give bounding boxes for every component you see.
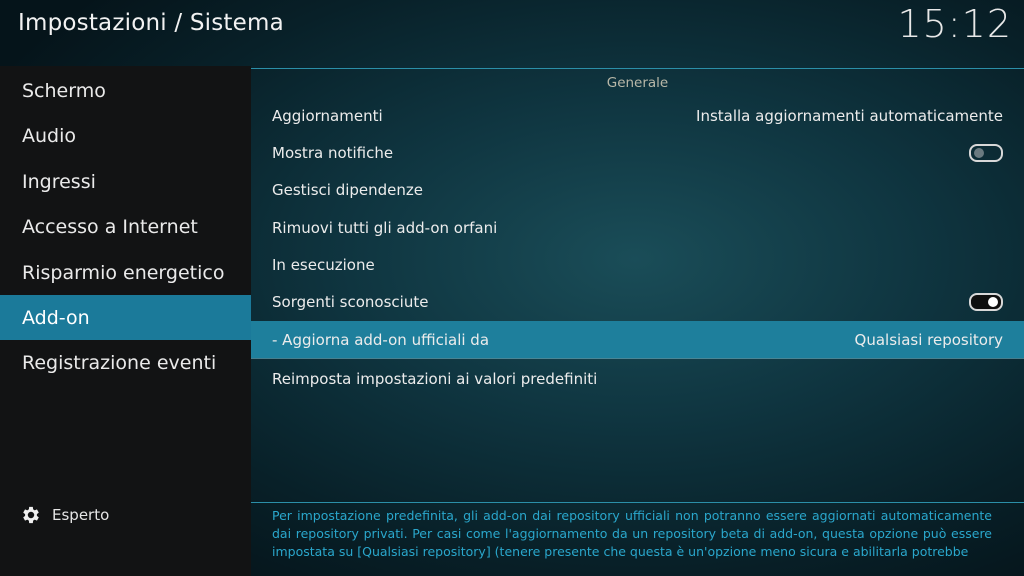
setting-description: Per impostazione predefinita, gli add-on… bbox=[272, 508, 992, 559]
gear-icon bbox=[23, 506, 39, 524]
sidebar-item-accesso-internet[interactable]: Accesso a Internet bbox=[0, 204, 251, 249]
setting-aggiorna-addon-ufficiali[interactable]: - Aggiorna add-on ufficiali da Qualsiasi… bbox=[251, 321, 1024, 358]
setting-reimposta-predefiniti[interactable]: Reimposta impostazioni ai valori predefi… bbox=[251, 360, 1024, 397]
setting-label: Sorgenti sconosciute bbox=[272, 292, 429, 311]
sidebar: Schermo Audio Ingressi Accesso a Interne… bbox=[0, 66, 251, 576]
toggle-knob bbox=[974, 147, 984, 158]
sidebar-item-risparmio-energetico[interactable]: Risparmio energetico bbox=[0, 250, 251, 295]
page-title: Impostazioni / Sistema bbox=[18, 10, 284, 36]
section-title: Generale bbox=[606, 75, 669, 91]
sidebar-item-schermo[interactable]: Schermo bbox=[0, 68, 251, 113]
setting-gestisci-dipendenze[interactable]: Gestisci dipendenze bbox=[251, 171, 1024, 208]
setting-value: Installa aggiornamenti automaticamente bbox=[696, 106, 1003, 125]
settings-level-label: Esperto bbox=[52, 506, 110, 524]
setting-label: Mostra notifiche bbox=[272, 143, 394, 162]
setting-aggiornamenti[interactable]: Aggiornamenti Installa aggiornamenti aut… bbox=[251, 97, 1024, 134]
sidebar-item-audio[interactable]: Audio bbox=[0, 113, 251, 158]
toggle-knob bbox=[988, 296, 998, 307]
setting-label: Rimuovi tutti gli add-on orfani bbox=[272, 218, 498, 237]
description-divider bbox=[251, 502, 1024, 503]
settings-divider bbox=[251, 358, 1024, 359]
toggle-on[interactable] bbox=[969, 292, 1003, 311]
setting-value: Qualsiasi repository bbox=[854, 330, 1003, 349]
sidebar-item-registrazione-eventi[interactable]: Registrazione eventi bbox=[0, 340, 251, 385]
setting-label: Reimposta impostazioni ai valori predefi… bbox=[272, 369, 598, 388]
setting-in-esecuzione[interactable]: In esecuzione bbox=[251, 246, 1024, 283]
setting-label: - Aggiorna add-on ufficiali da bbox=[272, 330, 490, 349]
setting-label: In esecuzione bbox=[272, 255, 375, 274]
header-divider bbox=[251, 68, 1024, 69]
setting-label: Gestisci dipendenze bbox=[272, 180, 424, 199]
setting-label: Aggiornamenti bbox=[272, 106, 383, 125]
setting-rimuovi-orfani[interactable]: Rimuovi tutti gli add-on orfani bbox=[251, 209, 1024, 246]
clock: 15:12 bbox=[897, 2, 1012, 46]
toggle-off[interactable] bbox=[969, 143, 1003, 162]
settings-window: Impostazioni / Sistema 15:12 Schermo Aud… bbox=[0, 0, 1024, 576]
setting-sorgenti-sconosciute[interactable]: Sorgenti sconosciute bbox=[251, 283, 1024, 320]
sidebar-item-ingressi[interactable]: Ingressi bbox=[0, 159, 251, 204]
sidebar-item-addon[interactable]: Add-on bbox=[0, 295, 251, 340]
settings-level-button[interactable]: Esperto bbox=[20, 504, 109, 526]
setting-mostra-notifiche[interactable]: Mostra notifiche bbox=[251, 134, 1024, 171]
